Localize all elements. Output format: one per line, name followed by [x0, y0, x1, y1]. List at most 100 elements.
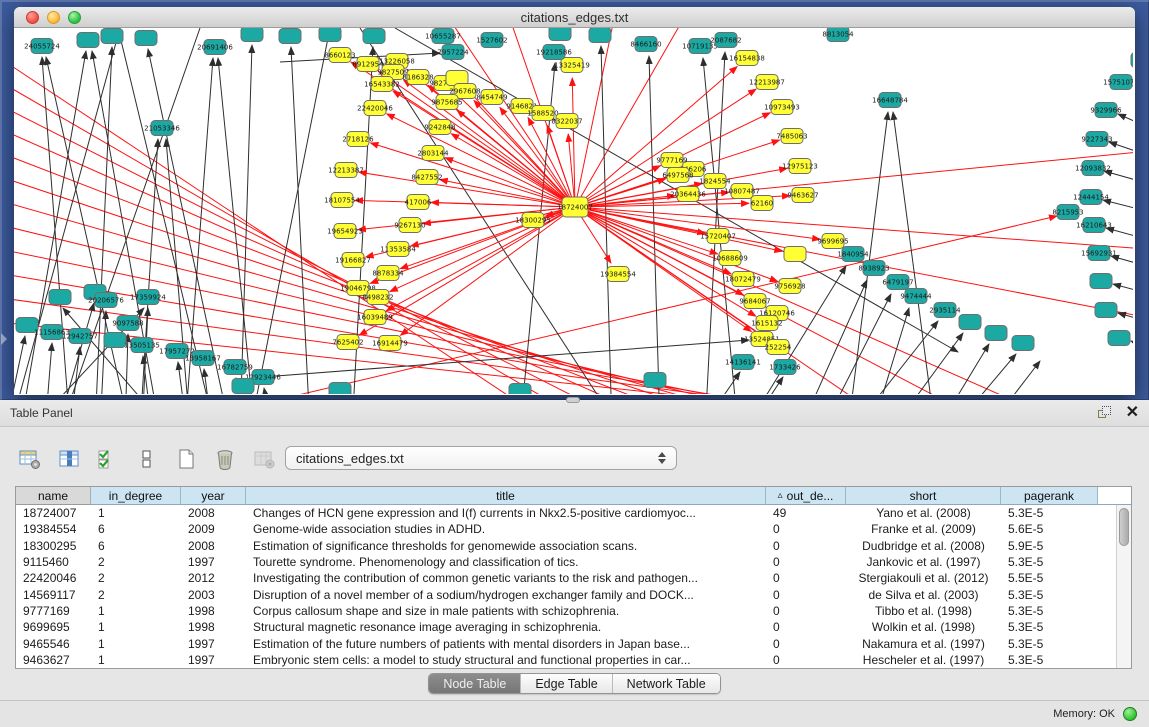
table-scrollbar[interactable] [1116, 505, 1131, 669]
graph-node[interactable] [959, 315, 981, 330]
tab-edge-table[interactable]: Edge Table [521, 674, 612, 693]
graph-node[interactable]: 9777169 [656, 153, 687, 168]
graph-node[interactable]: 16648784 [872, 93, 908, 108]
network-window-titlebar[interactable]: citations_edges.txt [14, 7, 1135, 28]
graph-node[interactable]: 20691406 [197, 40, 233, 55]
graph-node[interactable]: 1527602 [476, 33, 507, 48]
graph-node[interactable] [279, 29, 301, 44]
graph-node[interactable] [985, 326, 1007, 341]
graph-node[interactable]: 62160 [751, 196, 773, 211]
graph-node[interactable] [509, 384, 531, 395]
split-rows-icon[interactable] [133, 445, 161, 473]
minimize-window-icon[interactable] [47, 11, 60, 24]
column-header-year[interactable]: year [181, 487, 246, 505]
graph-node[interactable]: 11353584 [380, 242, 416, 257]
graph-node[interactable]: 10655287 [425, 29, 461, 44]
graph-node[interactable]: 9699695 [817, 234, 848, 249]
new-column-icon[interactable] [172, 445, 200, 473]
graph-node[interactable]: 12213987 [749, 75, 785, 90]
graph-node[interactable]: 14136141 [725, 355, 761, 370]
graph-node[interactable]: 10688609 [712, 251, 748, 266]
graph-node[interactable]: 16782759 [217, 360, 253, 375]
graph-node[interactable]: 16154838 [729, 51, 765, 66]
collapsed-panel-handle-icon[interactable] [1, 333, 7, 345]
graph-node[interactable]: 22420046 [357, 101, 393, 116]
graph-node[interactable] [319, 28, 341, 42]
graph-node[interactable]: 9227343 [1081, 132, 1112, 147]
close-panel-icon[interactable]: ✕ [1126, 406, 1139, 420]
table-row[interactable]: 1872400712008Changes of HCN gene express… [16, 505, 1131, 521]
table-row[interactable]: 1830029562008Estimation of significance … [16, 538, 1131, 554]
graph-node[interactable] [232, 379, 254, 394]
graph-node[interactable]: 9474444 [900, 289, 932, 304]
graph-node[interactable]: 8878334 [372, 266, 404, 281]
graph-node[interactable]: 19166827 [335, 253, 371, 268]
graph-node[interactable]: 2935114 [929, 303, 961, 318]
table-select-dropdown[interactable]: citations_edges.txt [285, 446, 677, 470]
graph-node[interactable]: 9329966 [1090, 103, 1122, 118]
graph-node[interactable] [329, 383, 351, 395]
graph-node[interactable]: 18107554 [324, 193, 360, 208]
graph-node[interactable]: 9097588 [112, 316, 143, 331]
graph-node[interactable]: 19654923 [327, 224, 363, 239]
graph-node[interactable]: 6479197 [882, 275, 913, 290]
column-header-out-de-[interactable]: ▵out_de... [766, 487, 846, 505]
graph-node[interactable]: 12213387 [328, 163, 364, 178]
graph-node[interactable]: 7957224 [437, 45, 469, 60]
checklist-icon[interactable] [94, 445, 122, 473]
graph-node[interactable]: 1840954 [837, 247, 869, 262]
graph-node[interactable] [363, 29, 385, 44]
graph-node[interactable]: 15692931 [1081, 246, 1117, 261]
graph-node-hub[interactable]: 18724007 [557, 197, 593, 217]
graph-node[interactable]: 8498232 [362, 290, 393, 305]
panel-splitter-handle[interactable] [566, 397, 580, 403]
graph-node[interactable] [1095, 303, 1117, 318]
memory-status-icon[interactable] [1123, 707, 1137, 721]
delete-column-icon[interactable] [211, 445, 239, 473]
graph-node[interactable] [101, 29, 123, 44]
graph-node[interactable] [241, 28, 263, 42]
graph-node[interactable]: 12444154 [1073, 190, 1109, 205]
network-canvas[interactable]: 1872400786601238912954132260589827509165… [14, 28, 1133, 394]
graph-node[interactable]: 15720407 [700, 229, 736, 244]
graph-node[interactable]: 8427552 [411, 170, 442, 185]
graph-node[interactable] [589, 28, 611, 43]
table-row[interactable]: 946554611997Estimation of the future num… [16, 635, 1131, 651]
table-row[interactable]: 969969511998Structural magnetic resonanc… [16, 619, 1131, 635]
graph-node[interactable]: 9242848 [424, 120, 455, 135]
graph-node[interactable] [135, 31, 157, 46]
graph-node[interactable]: 19384554 [600, 267, 636, 282]
graph-node[interactable]: 7625402 [332, 335, 363, 350]
graph-node[interactable] [49, 290, 71, 305]
graph-node[interactable] [1090, 274, 1112, 289]
graph-node[interactable] [77, 33, 99, 48]
graph-node[interactable]: 417006 [405, 195, 432, 210]
select-columns-icon[interactable] [55, 445, 83, 473]
graph-node[interactable]: 7485063 [776, 129, 807, 144]
graph-node[interactable]: 16210643 [1076, 218, 1112, 233]
tab-network-table[interactable]: Network Table [613, 674, 720, 693]
graph-node[interactable]: 8813054 [822, 28, 854, 42]
table-row[interactable]: 946362711997Embryonic stem cells: a mode… [16, 652, 1131, 668]
graph-node[interactable] [644, 373, 666, 388]
graph-node[interactable]: 9875685 [431, 95, 462, 110]
graph-node[interactable]: 1615132 [751, 316, 782, 331]
delete-table-icon[interactable] [250, 445, 278, 473]
table-row[interactable]: 2242004622012Investigating the contribut… [16, 570, 1131, 586]
graph-node[interactable]: 9684067 [739, 294, 770, 309]
column-header-name[interactable]: name [16, 487, 91, 505]
graph-node[interactable]: 21053346 [144, 121, 180, 136]
graph-node[interactable]: 8215953 [1052, 205, 1083, 220]
graph-node[interactable]: 252254 [765, 340, 792, 355]
table-options-icon[interactable] [16, 445, 44, 473]
graph-node[interactable]: 8454749 [476, 90, 507, 105]
graph-node[interactable]: 8938923 [858, 261, 889, 276]
graph-node[interactable]: 12093832 [1075, 161, 1111, 176]
graph-node[interactable]: 8322037 [551, 114, 582, 129]
column-header-short[interactable]: short [846, 487, 1001, 505]
graph-node[interactable] [1131, 53, 1133, 68]
graph-node[interactable]: 1733426 [769, 360, 801, 375]
float-panel-icon[interactable] [1098, 406, 1112, 420]
graph-node[interactable]: 1824554 [699, 174, 731, 189]
citation-network-graph[interactable]: 1872400786601238912954132260589827509165… [14, 28, 1133, 394]
